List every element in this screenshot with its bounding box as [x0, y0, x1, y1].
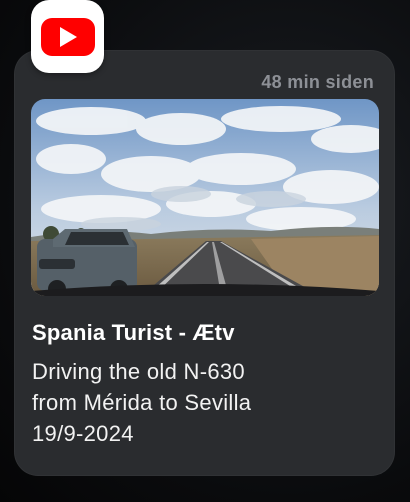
- title-line: 19/9-2024: [32, 421, 134, 446]
- channel-name: Spania Turist - Ætv: [32, 320, 235, 345]
- title-line: Driving the old N-630: [32, 359, 245, 384]
- youtube-icon: [40, 17, 95, 56]
- video-thumbnail[interactable]: [31, 99, 379, 296]
- lock-screen: 48 min siden Spania Turist - Ætv Driving…: [0, 0, 410, 502]
- notification-timestamp: 48 min siden: [261, 72, 374, 92]
- youtube-app-icon[interactable]: [31, 0, 104, 73]
- video-title: Driving the old N-630 from Mérida to Sev…: [32, 356, 372, 449]
- title-line: from Mérida to Sevilla: [32, 390, 252, 415]
